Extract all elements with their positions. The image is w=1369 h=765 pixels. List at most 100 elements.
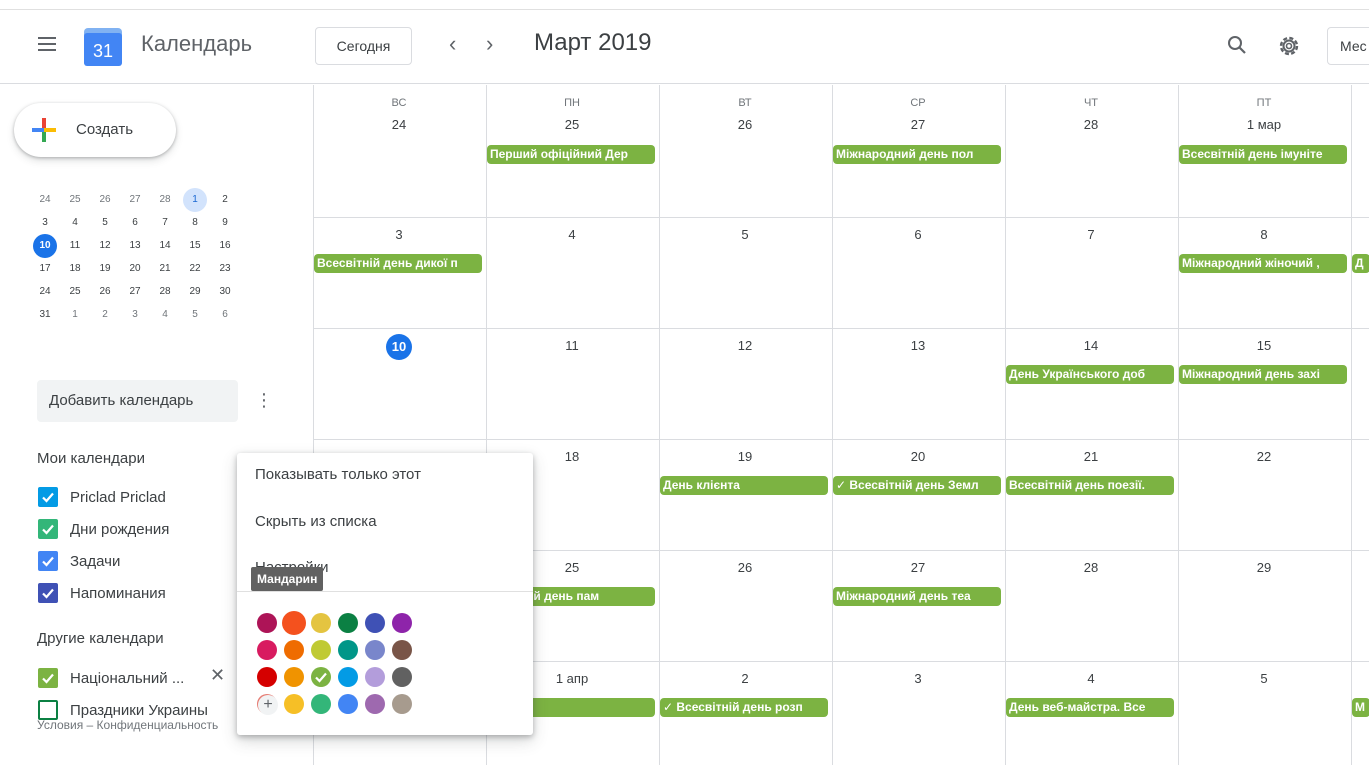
event-chip[interactable]: Всесвітній день поезії. (1006, 476, 1174, 495)
mini-calendar-day[interactable]: 13 (120, 234, 150, 257)
mini-calendar-day[interactable]: 29 (180, 280, 210, 303)
day-number[interactable]: 22 (1178, 449, 1350, 464)
color-swatch[interactable] (284, 667, 304, 687)
day-number[interactable]: 29 (1178, 560, 1350, 575)
mini-calendar-day[interactable]: 15 (180, 234, 210, 257)
mini-calendar-day[interactable]: 1 (180, 188, 210, 212)
mini-calendar-day[interactable]: 4 (60, 211, 90, 234)
event-chip[interactable]: Перший офіційний Дер (487, 145, 655, 164)
my-calendar-item[interactable]: Задачи (38, 549, 120, 573)
footer-links[interactable]: Условия – Конфиденциальность (37, 718, 237, 732)
day-number[interactable]: 5 (1178, 671, 1350, 686)
color-swatch[interactable] (257, 613, 277, 633)
my-calendar-item[interactable]: Дни рождения (38, 517, 169, 541)
day-number[interactable]: 26 (659, 560, 831, 575)
mini-calendar-day[interactable]: 31 (30, 303, 60, 326)
my-calendars-title[interactable]: Мои календари (37, 450, 145, 467)
day-number[interactable]: 10 (313, 334, 485, 360)
mini-calendar-day[interactable]: 3 (120, 303, 150, 326)
day-number[interactable]: 14 (1005, 338, 1177, 353)
event-chip[interactable]: ✓ Всесвітній день розп (660, 698, 828, 717)
color-swatch[interactable] (257, 640, 277, 660)
mini-calendar-day[interactable]: 26 (90, 188, 120, 211)
mini-calendar-day[interactable]: 2 (90, 303, 120, 326)
checkbox[interactable] (38, 583, 58, 603)
checkbox[interactable] (38, 700, 58, 720)
mini-calendar-day[interactable]: 19 (90, 257, 120, 280)
mini-calendar-day[interactable]: 1 (60, 303, 90, 326)
event-chip[interactable]: Міжнародний день захі (1179, 365, 1347, 384)
search-icon[interactable] (1225, 33, 1249, 57)
remove-calendar-icon[interactable]: ✕ (210, 665, 225, 686)
color-swatch[interactable] (257, 667, 277, 687)
mini-calendar-day[interactable]: 8 (180, 211, 210, 234)
view-switcher-button[interactable]: Мес (1327, 27, 1369, 65)
my-calendar-item[interactable]: Напоминания (38, 581, 166, 605)
event-chip[interactable]: Всесвітній день дикої п (314, 254, 482, 273)
day-number[interactable]: 25 (486, 117, 658, 132)
mini-calendar-day[interactable]: 4 (150, 303, 180, 326)
day-number[interactable]: 21 (1005, 449, 1177, 464)
mini-calendar-day[interactable]: 25 (60, 280, 90, 303)
color-swatch[interactable] (284, 640, 304, 660)
color-swatch[interactable] (338, 640, 358, 660)
checkbox[interactable] (38, 519, 58, 539)
color-swatch[interactable] (311, 613, 331, 633)
mini-calendar-day[interactable]: 23 (210, 257, 240, 280)
color-swatch[interactable] (311, 694, 331, 714)
event-chip[interactable]: Д (1352, 254, 1369, 273)
mini-calendar-day[interactable]: 20 (120, 257, 150, 280)
color-swatch[interactable] (392, 694, 412, 714)
event-chip[interactable]: Міжнародний день теа (833, 587, 1001, 606)
day-number[interactable]: 15 (1178, 338, 1350, 353)
color-swatch[interactable] (392, 613, 412, 633)
prev-period-button[interactable]: ‹ (449, 31, 456, 57)
mini-calendar-day[interactable]: 5 (90, 211, 120, 234)
color-swatch[interactable] (338, 694, 358, 714)
checkbox[interactable] (38, 668, 58, 688)
mini-calendar-day[interactable]: 24 (30, 188, 60, 211)
mini-calendar-day[interactable]: 9 (210, 211, 240, 234)
event-chip[interactable]: Всесвітній день імуніте (1179, 145, 1347, 164)
mini-calendar-day[interactable]: 17 (30, 257, 60, 280)
day-number[interactable]: 27 (832, 117, 1004, 132)
event-chip[interactable]: Міжнародний жіночий , (1179, 254, 1347, 273)
color-swatch[interactable] (338, 667, 358, 687)
day-number[interactable]: 12 (659, 338, 831, 353)
day-number[interactable]: 24 (313, 117, 485, 132)
other-calendar-item[interactable]: Національний ... (38, 666, 184, 690)
mini-calendar-day[interactable]: 24 (30, 280, 60, 303)
mini-calendar-day[interactable]: 7 (150, 211, 180, 234)
create-event-button[interactable]: Создать (14, 103, 176, 157)
day-number[interactable]: 28 (1005, 117, 1177, 132)
mini-calendar-day[interactable]: 12 (90, 234, 120, 257)
day-number[interactable]: 19 (659, 449, 831, 464)
mini-calendar-day[interactable]: 26 (90, 280, 120, 303)
day-number[interactable]: 8 (1178, 227, 1350, 242)
day-number[interactable]: 28 (1005, 560, 1177, 575)
event-chip[interactable]: М (1352, 698, 1369, 717)
day-number[interactable]: 4 (1005, 671, 1177, 686)
mini-calendar-day[interactable]: 2 (210, 188, 240, 211)
color-swatch[interactable] (284, 694, 304, 714)
checkbox[interactable] (38, 551, 58, 571)
event-chip[interactable]: День веб-майстра. Все (1006, 698, 1174, 717)
settings-gear-icon[interactable] (1276, 33, 1302, 59)
next-period-button[interactable]: › (486, 31, 493, 57)
day-number[interactable]: 6 (832, 227, 1004, 242)
mini-calendar-day[interactable]: 11 (60, 234, 90, 257)
mini-calendar-day[interactable]: 10 (30, 234, 60, 258)
day-number[interactable]: 5 (659, 227, 831, 242)
mini-calendar-day[interactable]: 21 (150, 257, 180, 280)
color-swatch[interactable] (338, 613, 358, 633)
event-chip[interactable]: День Українського доб (1006, 365, 1174, 384)
day-number[interactable]: 3 (832, 671, 1004, 686)
today-button[interactable]: Сегодня (315, 27, 412, 65)
day-number[interactable]: 4 (486, 227, 658, 242)
mini-calendar-day[interactable]: 16 (210, 234, 240, 257)
day-number[interactable]: 11 (486, 338, 658, 353)
mini-calendar-day[interactable]: 3 (30, 211, 60, 234)
color-swatch[interactable] (392, 640, 412, 660)
mini-calendar-day[interactable]: 14 (150, 234, 180, 257)
mini-calendar-day[interactable]: 6 (210, 303, 240, 326)
